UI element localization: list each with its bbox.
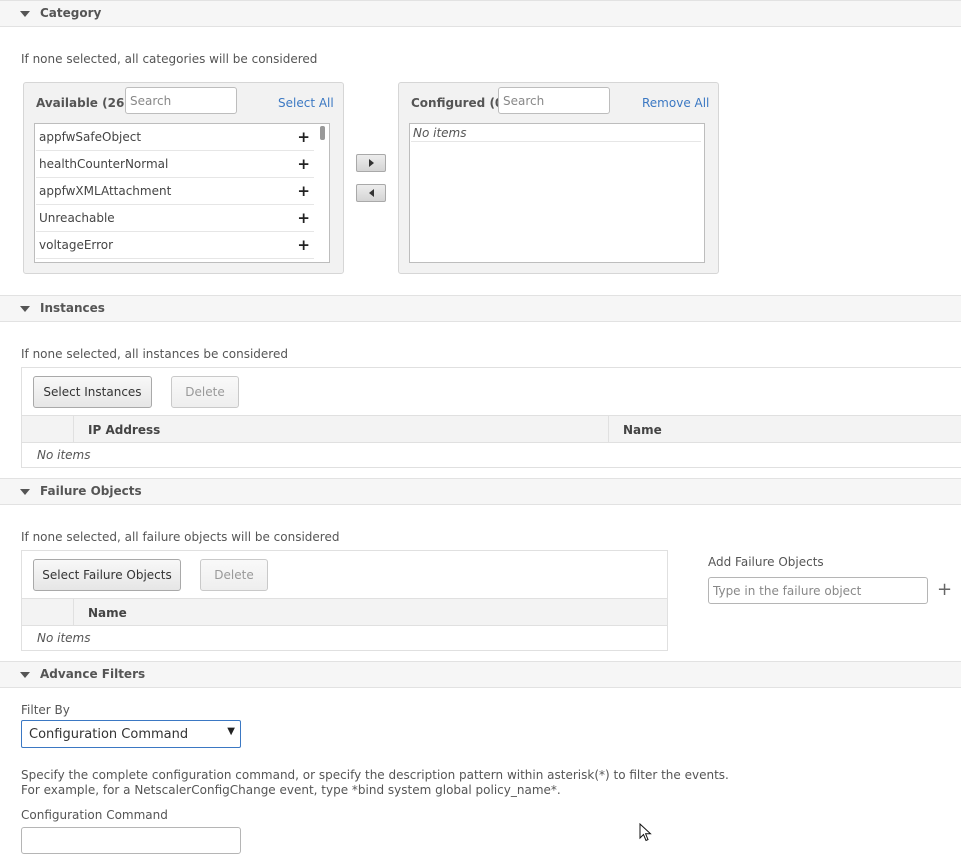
column-divider	[608, 416, 609, 443]
column-divider	[73, 599, 74, 626]
remove-all-link[interactable]: Remove All	[642, 96, 709, 110]
plus-icon[interactable]: +	[297, 209, 310, 227]
instances-section-header[interactable]: Instances	[0, 295, 961, 322]
list-item[interactable]: voltageError +	[36, 232, 314, 259]
list-item[interactable]: healthCounterNormal +	[36, 151, 314, 178]
plus-icon[interactable]: +	[297, 155, 310, 173]
configured-list[interactable]: No items	[409, 123, 705, 263]
failure-object-input[interactable]	[708, 577, 928, 604]
configuration-command-input[interactable]	[21, 827, 241, 854]
no-items-text: No items	[37, 448, 91, 462]
list-item-label: healthCounterNormal	[39, 157, 169, 171]
table-header: Name	[22, 598, 667, 626]
move-right-button[interactable]	[356, 154, 386, 172]
list-item[interactable]: Unreachable +	[36, 205, 314, 232]
available-search-input[interactable]	[125, 87, 237, 114]
column-header-ip[interactable]: IP Address	[88, 423, 160, 437]
section-title: Category	[40, 6, 102, 20]
arrow-left-icon	[369, 189, 374, 197]
select-all-link[interactable]: Select All	[278, 96, 334, 110]
advance-filters-section-header[interactable]: Advance Filters	[0, 661, 961, 688]
delete-button[interactable]: Delete	[200, 559, 268, 591]
list-item-label: Unreachable	[39, 211, 115, 225]
section-title: Instances	[40, 301, 105, 315]
instances-hint: If none selected, all instances be consi…	[21, 347, 288, 361]
column-header-name[interactable]: Name	[623, 423, 662, 437]
category-section-header[interactable]: Category	[0, 0, 961, 27]
no-items-text: No items	[413, 126, 467, 140]
list-item[interactable]: appfwXMLAttachment +	[36, 178, 314, 205]
section-title: Failure Objects	[40, 484, 142, 498]
section-title: Advance Filters	[40, 667, 146, 681]
plus-icon[interactable]: +	[297, 182, 310, 200]
scrollbar-thumb[interactable]	[320, 126, 325, 140]
no-items-text: No items	[37, 631, 91, 645]
plus-icon[interactable]: +	[297, 236, 310, 254]
collapse-triangle-icon	[20, 672, 30, 678]
collapse-triangle-icon	[20, 306, 30, 312]
list-item-label: voltageError	[39, 238, 114, 252]
plus-icon[interactable]: +	[297, 128, 310, 146]
filter-by-value: Configuration Command	[29, 727, 189, 742]
configured-title: Configured (0)	[411, 96, 509, 110]
category-hint: If none selected, all categories will be…	[21, 52, 318, 66]
select-instances-button[interactable]: Select Instances	[33, 376, 152, 408]
collapse-triangle-icon	[20, 489, 30, 495]
description-line-1: Specify the complete configuration comma…	[21, 768, 729, 782]
mouse-cursor-icon	[639, 823, 652, 842]
description-line-2: For example, for a NetscalerConfigChange…	[21, 783, 561, 797]
list-item[interactable]: appfwSafeObject +	[36, 124, 314, 151]
column-header-name[interactable]: Name	[88, 606, 127, 620]
available-panel: Available (262) Select All appfwSafeObje…	[23, 82, 344, 274]
available-list[interactable]: appfwSafeObject + healthCounterNormal + …	[34, 123, 330, 263]
configuration-command-label: Configuration Command	[21, 808, 168, 822]
add-failure-objects-label: Add Failure Objects	[708, 555, 824, 569]
collapse-triangle-icon	[20, 11, 30, 17]
arrow-right-icon	[369, 159, 374, 167]
failure-objects-table: Select Failure Objects Delete Name No it…	[21, 550, 668, 651]
configured-panel: Configured (0) Remove All No items	[398, 82, 719, 274]
table-header: IP Address Name	[22, 415, 961, 443]
list-item-label: appfwXMLAttachment	[39, 184, 172, 198]
configured-search-input[interactable]	[498, 87, 610, 114]
available-title: Available (262)	[36, 96, 139, 110]
failure-objects-section-header[interactable]: Failure Objects	[0, 478, 961, 505]
delete-button[interactable]: Delete	[171, 376, 239, 408]
empty-row: No items	[411, 125, 701, 142]
select-failure-objects-button[interactable]: Select Failure Objects	[33, 559, 181, 591]
list-item-label: appfwSafeObject	[39, 130, 142, 144]
add-icon[interactable]: +	[937, 579, 952, 600]
failure-objects-hint: If none selected, all failure objects wi…	[21, 530, 340, 544]
instances-table: Select Instances Delete IP Address Name …	[21, 367, 961, 468]
filter-by-label: Filter By	[21, 703, 70, 717]
filter-by-select[interactable]: Configuration Command ▼	[21, 720, 241, 748]
move-left-button[interactable]	[356, 184, 386, 202]
dropdown-arrow-icon: ▼	[227, 726, 235, 737]
column-divider	[73, 416, 74, 443]
